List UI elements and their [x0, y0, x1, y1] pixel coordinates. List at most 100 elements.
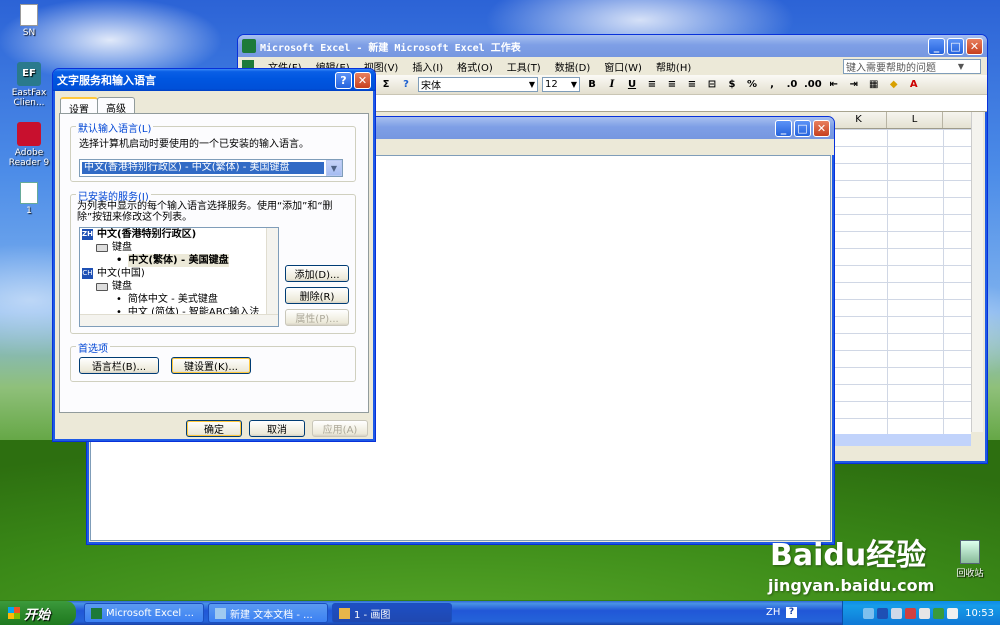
horizontal-scrollbar[interactable]	[831, 434, 971, 446]
tray-app-icon[interactable]	[947, 607, 959, 619]
add-button[interactable]: 添加(D)...	[285, 265, 349, 282]
autosum-button[interactable]: Σ	[378, 77, 394, 93]
align-center-icon[interactable]: ≡	[664, 77, 680, 93]
vertical-scrollbar[interactable]	[971, 112, 983, 432]
dialog-title-bar[interactable]: 文字服务和输入语言 ? ✕	[53, 69, 375, 91]
start-button[interactable]: 开始	[0, 601, 76, 625]
taskbar-item-excel[interactable]: Microsoft Excel ...	[84, 603, 204, 623]
key-settings-button[interactable]: 键设置(K)...	[171, 357, 251, 374]
help-icon[interactable]: ?	[398, 77, 414, 93]
font-size-value: 12	[545, 79, 558, 90]
align-right-icon[interactable]: ≡	[684, 77, 700, 93]
menu-tools[interactable]: 工具(T)	[507, 59, 541, 74]
taskbar-item-notepad[interactable]: 新建 文本文档 - ...	[208, 603, 328, 623]
align-left-icon[interactable]: ≡	[644, 77, 660, 93]
language-indicator[interactable]: ZH	[766, 607, 780, 618]
desktop-icon-bmp[interactable]: 1	[6, 182, 52, 216]
preferences-label: 首选项	[76, 340, 110, 355]
properties-button[interactable]: 属性(P)...	[285, 309, 349, 326]
taskbar-item-paint[interactable]: 1 - 画图	[332, 603, 452, 623]
default-language-select[interactable]: 中文(香港特别行政区) - 中文(繁体) - 美国键盘 ▼	[79, 159, 343, 177]
font-color-button[interactable]: A	[906, 77, 922, 93]
cancel-button[interactable]: 取消	[249, 420, 305, 437]
installed-services-tree[interactable]: ZH 中文(香港特别行政区) 键盘 • 中文(繁体) - 美国键盘 CH 中文(…	[79, 227, 279, 327]
tree-keyboard-cn[interactable]: 键盘	[80, 280, 278, 293]
installed-services-description: 为列表中显示的每个输入语言选择服务。使用“添加”和“删除”按钮来修改这个列表。	[77, 201, 333, 223]
desktop-icon-adobe-reader[interactable]: Adobe Reader 9	[6, 122, 52, 168]
tree-horizontal-scrollbar[interactable]	[80, 314, 278, 326]
desktop-icon-label: EastFax Clien...	[11, 88, 47, 108]
maximize-button[interactable]: □	[794, 119, 811, 137]
tray-app-icon[interactable]	[863, 607, 875, 619]
close-button[interactable]: ✕	[354, 71, 371, 89]
volume-icon[interactable]	[919, 607, 931, 619]
desktop-icon-recycle-bin[interactable]: 回收站	[950, 540, 990, 579]
chevron-down-icon: ▼	[326, 160, 342, 176]
tree-vertical-scrollbar[interactable]	[266, 228, 278, 314]
desktop-icon-eastfax[interactable]: EF EastFax Clien...	[6, 62, 52, 108]
chevron-down-icon: ▼	[570, 80, 578, 89]
excel-app-icon	[242, 39, 256, 53]
borders-icon[interactable]: ▦	[866, 77, 882, 93]
comma-button[interactable]: ,	[764, 77, 780, 93]
close-button[interactable]: ✕	[813, 119, 830, 137]
tree-item-simplified-us[interactable]: • 简体中文 - 美式键盘	[80, 293, 278, 306]
taskbar-item-label: 新建 文本文档 - ...	[230, 609, 313, 621]
network-icon[interactable]	[891, 607, 903, 619]
help-button[interactable]: ?	[335, 71, 352, 89]
column-header-l[interactable]: L	[887, 112, 943, 128]
column-header-k[interactable]: K	[831, 112, 887, 128]
minimize-button[interactable]: _	[775, 119, 792, 137]
chevron-down-icon: ▼	[528, 80, 536, 89]
currency-icon[interactable]: $	[724, 77, 740, 93]
increase-decimal-icon[interactable]: .0	[784, 77, 800, 93]
antivirus-icon[interactable]	[933, 607, 945, 619]
tree-item-label: 中文(中国)	[97, 268, 145, 279]
excel-title-bar[interactable]: Microsoft Excel - 新建 Microsoft Excel 工作表…	[238, 35, 987, 57]
menu-format[interactable]: 格式(O)	[457, 59, 493, 74]
close-button[interactable]: ✕	[966, 37, 983, 55]
document-icon	[20, 4, 38, 26]
tree-keyboard-hk[interactable]: 键盘	[80, 241, 278, 254]
security-icon[interactable]	[905, 607, 917, 619]
text-services-dialog[interactable]: 文字服务和输入语言 ? ✕ 设置 高级 默认输入语言(L) 选择计算机启动时要使…	[52, 68, 376, 442]
bluetooth-icon[interactable]	[877, 607, 889, 619]
default-language-description: 选择计算机启动时要使用的一个已安装的输入语言。	[79, 139, 309, 150]
menu-window[interactable]: 窗口(W)	[604, 59, 642, 74]
maximize-button[interactable]: □	[947, 37, 964, 55]
chevron-down-icon: ▼	[957, 61, 965, 71]
increase-indent-icon[interactable]: ⇥	[846, 77, 862, 93]
clock[interactable]: 10:53	[965, 608, 994, 619]
percent-button[interactable]: %	[744, 77, 760, 93]
eastfax-icon: EF	[17, 62, 41, 86]
default-language-label: 默认输入语言(L)	[76, 120, 154, 135]
merge-center-icon[interactable]: ⊟	[704, 77, 720, 93]
minimize-button[interactable]: _	[928, 37, 945, 55]
tree-item-traditional[interactable]: • 中文(繁体) - 美国键盘	[80, 254, 278, 267]
menu-help[interactable]: 帮助(H)	[656, 59, 691, 74]
italic-button[interactable]: I	[604, 77, 620, 93]
spreadsheet-grid[interactable]	[831, 129, 971, 434]
language-bar-button[interactable]: 语言栏(B)...	[79, 357, 159, 374]
fill-color-icon[interactable]: ◆	[886, 77, 902, 93]
menu-data[interactable]: 数据(D)	[555, 59, 591, 74]
desktop-icon-sn[interactable]: SN	[6, 4, 52, 38]
bold-button[interactable]: B	[584, 77, 600, 93]
tree-item-label: 键盘	[112, 242, 132, 253]
font-name-select[interactable]: 宋体 ▼	[418, 77, 538, 92]
desktop-icon-label: Adobe Reader 9	[8, 148, 50, 168]
font-size-select[interactable]: 12 ▼	[542, 77, 580, 92]
help-search-input[interactable]: 键入需要帮助的问题 ▼	[843, 58, 981, 74]
decrease-indent-icon[interactable]: ⇤	[826, 77, 842, 93]
menu-insert[interactable]: 插入(I)	[412, 59, 443, 74]
remove-button[interactable]: 删除(R)	[285, 287, 349, 304]
taskbar: 开始 Microsoft Excel ... 新建 文本文档 - ... 1 -…	[0, 601, 1000, 625]
desktop-icon-label: 1	[26, 206, 32, 216]
tree-lang-hk[interactable]: ZH 中文(香港特别行政区)	[80, 228, 278, 241]
help-icon[interactable]: ?	[786, 607, 797, 618]
decrease-decimal-icon[interactable]: .00	[804, 77, 822, 93]
tree-lang-cn[interactable]: CH 中文(中国)	[80, 267, 278, 280]
apply-button[interactable]: 应用(A)	[312, 420, 368, 437]
ok-button[interactable]: 确定	[186, 420, 242, 437]
underline-button[interactable]: U	[624, 77, 640, 93]
